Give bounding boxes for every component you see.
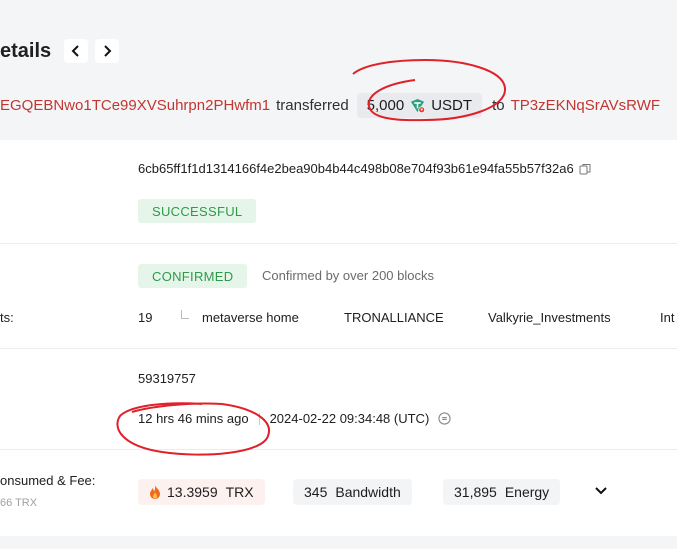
status-badge: CONFIRMED: [138, 264, 248, 288]
sr-item[interactable]: Valkyrie_Investments: [488, 310, 611, 325]
divider: [0, 243, 677, 244]
tree-corner-icon: [181, 310, 189, 319]
from-address-link[interactable]: EGQEBNwo1TCe99XVSuhrpn2PHwfm1: [0, 97, 270, 114]
previous-transaction-button[interactable]: [64, 39, 88, 63]
confirmed-srs-row: ts: 19 metaverse home TRONALLIANCE Valky…: [0, 310, 677, 328]
energy-pill: 31,895 Energy: [443, 479, 561, 505]
bandwidth-value: 345: [304, 484, 328, 500]
energy-value: 31,895: [454, 484, 497, 500]
copy-icon[interactable]: [579, 163, 591, 175]
bandwidth-pill: 345 Bandwidth: [293, 479, 412, 505]
time-row: 12 hrs 46 mins ago 2024-02-22 09:34:48 (…: [138, 411, 451, 426]
chevron-left-icon: [71, 45, 79, 57]
divider: [0, 348, 677, 349]
bandwidth-unit: Bandwidth: [335, 484, 401, 500]
fee-sub-label: 66 TRX: [0, 497, 38, 509]
divider: [0, 449, 677, 450]
chevron-right-icon: [104, 45, 112, 57]
sr-label: ts:: [0, 310, 14, 325]
transferred-text: transferred: [276, 96, 349, 114]
separator: [258, 412, 260, 425]
sr-item[interactable]: TRONALLIANCE: [344, 310, 444, 325]
sr-item[interactable]: metaverse home: [202, 310, 299, 325]
timestamp: 2024-02-22 09:34:48 (UTC): [269, 411, 430, 426]
token-symbol-link[interactable]: USDT: [431, 97, 472, 114]
page-title: etails: [0, 40, 52, 62]
result-badge: SUCCESSFUL: [138, 199, 257, 223]
block-number-link[interactable]: 59319757: [138, 371, 196, 386]
transfer-summary: EGQEBNwo1TCe99XVSuhrpn2PHwfm1 transferre…: [0, 92, 677, 118]
usdt-token-icon: [411, 98, 426, 113]
trx-fee-unit: TRX: [225, 484, 254, 500]
fee-label: onsumed & Fee:: [0, 473, 96, 488]
sr-item[interactable]: Int: [660, 310, 674, 325]
sr-count: 19: [138, 310, 153, 325]
time-toggle-icon[interactable]: [438, 412, 451, 425]
transfer-amount: 5,000: [366, 96, 405, 114]
to-address-link[interactable]: TP3zEKNqSrAVsRWF: [511, 97, 660, 114]
confirm-prefix: Confirmed by over: [262, 268, 369, 283]
hash-value: 6cb65ff1f1d1314166f4e2bea90b4b44c498b08e…: [138, 161, 574, 176]
confirm-count: 200: [371, 268, 394, 283]
transaction-details-panel: [0, 140, 677, 536]
flame-icon: [150, 485, 160, 499]
confirmation-note: Confirmed by over 200 blocks: [262, 268, 434, 283]
to-text: to: [492, 96, 505, 114]
next-transaction-button[interactable]: [95, 39, 119, 63]
trx-fee-value: 13.3959: [167, 484, 218, 500]
energy-unit: Energy: [504, 484, 550, 500]
expand-fee-chevron-icon[interactable]: [594, 486, 608, 496]
transaction-hash: 6cb65ff1f1d1314166f4e2bea90b4b44c498b08e…: [138, 161, 591, 176]
page-header: etails EGQEBNwo1TCe99XVSuhrpn2PHwfm1 tra…: [0, 0, 677, 140]
trx-fee-pill: 13.3959 TRX: [138, 479, 265, 505]
confirm-suffix: blocks: [397, 268, 435, 283]
relative-age: 12 hrs 46 mins ago: [138, 411, 249, 426]
amount-pill: 5,000 USDT: [356, 92, 483, 118]
